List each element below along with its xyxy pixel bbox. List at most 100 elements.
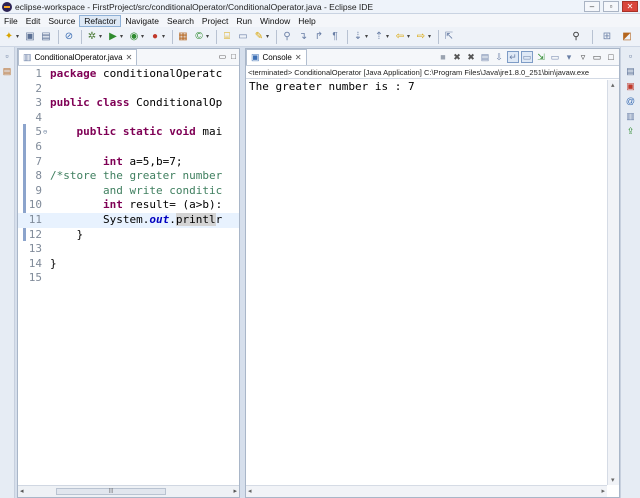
progress-icon[interactable]: ⇪ [625, 125, 637, 137]
maximize-button[interactable]: ▫ [603, 1, 619, 12]
pin-editor-icon[interactable]: ⇱ [442, 30, 456, 44]
java-perspective-icon[interactable]: ◩ [620, 30, 634, 44]
code-area[interactable]: 1 package conditionalOperatc 2 3 public clas… [18, 66, 239, 485]
close-button[interactable]: ✕ [622, 1, 638, 12]
code-line[interactable]: 1 package conditionalOperatc [18, 67, 239, 82]
open-perspective-icon[interactable]: ⊞ [600, 30, 614, 44]
coverage-dropdown-icon[interactable]: ▾ [141, 33, 146, 40]
console-scroll-right-icon[interactable]: ▸ [601, 487, 605, 495]
code-line[interactable]: 2 [18, 82, 239, 97]
scroll-left-icon[interactable]: ◂ [20, 487, 24, 495]
terminate-icon[interactable]: ■ [437, 51, 449, 63]
prev-edit-dropdown-icon[interactable]: ▾ [386, 33, 391, 40]
menu-edit[interactable]: Edit [22, 15, 45, 27]
menu-search[interactable]: Search [163, 15, 198, 27]
word-wrap-console-icon[interactable]: ↵ [507, 51, 519, 63]
menu-window[interactable]: Window [256, 15, 294, 27]
console-vertical-scrollbar[interactable]: ▴ ▾ [607, 80, 619, 485]
prev-edit-icon[interactable]: ⇡ [372, 30, 386, 44]
menu-navigate[interactable]: Navigate [121, 15, 163, 27]
editor-tab-conditionaloperator[interactable]: ▥ ConditionalOperator.java ✕ [18, 49, 138, 65]
code-line[interactable]: 13 [18, 242, 239, 257]
code-line[interactable]: 8 /*store the greater number [18, 169, 239, 184]
back-icon[interactable]: ⇦ [393, 30, 407, 44]
maximize-console-icon[interactable]: □ [605, 51, 617, 63]
code-line[interactable]: 15 [18, 271, 239, 286]
debug-dropdown-icon[interactable]: ▾ [99, 33, 104, 40]
code-line[interactable]: 3 public class ConditionalOp [18, 96, 239, 111]
new-class-dropdown-icon[interactable]: ▾ [206, 33, 211, 40]
console-tab[interactable]: ▣ Console ✕ [246, 49, 307, 65]
console-scroll-left-icon[interactable]: ◂ [248, 487, 252, 495]
scroll-right-icon[interactable]: ▸ [233, 487, 237, 495]
run-icon[interactable]: ▶ [106, 30, 120, 44]
run-dropdown-icon[interactable]: ▾ [120, 33, 125, 40]
minimize-button[interactable]: – [584, 1, 600, 12]
external-tools-dropdown-icon[interactable]: ▾ [162, 33, 167, 40]
show-console-output-icon[interactable]: ▭ [521, 51, 533, 63]
close-console-icon[interactable]: ✕ [295, 53, 302, 62]
menu-file[interactable]: File [0, 15, 22, 27]
pin-console-icon[interactable]: ⇲ [535, 51, 547, 63]
forward-dropdown-icon[interactable]: ▾ [428, 33, 433, 40]
fold-toggle-icon[interactable]: ⊖ [43, 125, 47, 140]
code-line[interactable]: 5 ⊖ public static void mai [18, 125, 239, 140]
new-java-project-icon[interactable]: ▦ [176, 30, 190, 44]
code-line[interactable]: 4 [18, 111, 239, 126]
package-explorer-icon[interactable]: ▤ [1, 65, 13, 77]
code-line[interactable]: 12 } [18, 228, 239, 243]
clear-console-icon[interactable]: ▤ [479, 51, 491, 63]
new-class-icon[interactable]: © [192, 30, 206, 44]
menu-project[interactable]: Project [198, 15, 232, 27]
scroll-down-icon[interactable]: ▾ [611, 476, 615, 484]
skip-breakpoints-icon[interactable]: ⊘ [62, 30, 76, 44]
menu-refactor[interactable]: Refactor [79, 14, 122, 27]
code-line[interactable]: 9 and write conditic [18, 184, 239, 199]
forward-icon[interactable]: ⇨ [414, 30, 428, 44]
outline-icon[interactable]: ▤ [625, 65, 637, 77]
coverage-icon[interactable]: ◉ [127, 30, 141, 44]
remove-launch-icon[interactable]: ✖ [451, 51, 463, 63]
save-icon[interactable]: ▣ [23, 30, 37, 44]
menu-run[interactable]: Run [232, 15, 256, 27]
declaration-icon[interactable]: ▥ [625, 110, 637, 122]
restore-view-icon[interactable]: ▫ [1, 50, 13, 62]
word-wrap-icon[interactable]: ¶ [328, 30, 342, 44]
scroll-lock-icon[interactable]: ⇩ [493, 51, 505, 63]
toggle-mark-icon[interactable]: ⚲ [280, 30, 294, 44]
debug-icon[interactable]: ✲ [85, 30, 99, 44]
javadoc-icon[interactable]: @ [625, 95, 637, 107]
console-horizontal-scrollbar[interactable]: ◂ ▸ [246, 485, 607, 497]
new-icon[interactable]: ✦ [2, 30, 16, 44]
save-all-icon[interactable]: ▤ [39, 30, 53, 44]
menu-help[interactable]: Help [294, 15, 319, 27]
next-edit-icon[interactable]: ⇣ [351, 30, 365, 44]
previous-annotation-icon[interactable]: ↱ [312, 30, 326, 44]
search-toolbar-icon[interactable]: ✎ [252, 30, 266, 44]
task-list-icon[interactable]: ▣ [625, 80, 637, 92]
editor-horizontal-scrollbar[interactable]: ◂ ||| ▸ [18, 485, 239, 497]
scroll-thumb[interactable]: ||| [56, 488, 166, 495]
code-line[interactable]: 7 int a=5,b=7; [18, 155, 239, 170]
new-dropdown-icon[interactable]: ▾ [16, 33, 21, 40]
remove-all-terminated-icon[interactable]: ✖ [465, 51, 477, 63]
restore-right-view-icon[interactable]: ▫ [625, 50, 637, 62]
quick-access-search-icon[interactable]: ⚲ [569, 30, 583, 44]
display-console-icon[interactable]: ▭ [549, 51, 561, 63]
next-annotation-icon[interactable]: ↴ [296, 30, 310, 44]
back-dropdown-icon[interactable]: ▾ [407, 33, 412, 40]
maximize-editor-icon[interactable]: □ [231, 52, 236, 61]
open-task-icon[interactable]: ▭ [236, 30, 250, 44]
code-line[interactable]: 14} [18, 257, 239, 272]
minimize-console-icon[interactable]: ▭ [591, 51, 603, 63]
code-line[interactable]: 6 [18, 140, 239, 155]
view-menu-icon[interactable]: ▿ [577, 51, 589, 63]
close-tab-icon[interactable]: ✕ [126, 53, 133, 62]
open-console-icon[interactable]: ▾ [563, 51, 575, 63]
external-tools-icon[interactable]: ● [148, 30, 162, 44]
open-type-icon[interactable]: ⌸ [220, 30, 234, 44]
console-output[interactable]: The greater number is : 7 [246, 79, 619, 95]
minimize-editor-icon[interactable]: ▭ [219, 52, 227, 61]
code-line[interactable]: 11 System.out.printlr [18, 213, 239, 228]
next-edit-dropdown-icon[interactable]: ▾ [365, 33, 370, 40]
